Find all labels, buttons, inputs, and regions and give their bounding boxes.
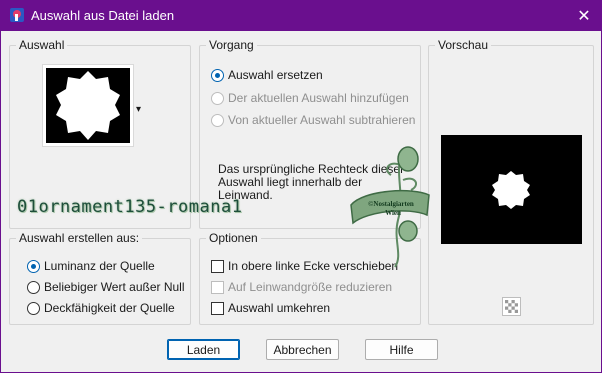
radio-label: Beliebiger Wert außer Null xyxy=(44,280,185,294)
create-from-group-label: Auswahl erstellen aus: xyxy=(16,231,143,245)
watermark-stamp-line2: Wien xyxy=(385,209,401,217)
close-button[interactable]: ✕ xyxy=(566,0,602,31)
auswahl-group-label: Auswahl xyxy=(16,38,68,52)
window-title: Auswahl aus Datei laden xyxy=(31,8,175,23)
radio-button[interactable] xyxy=(27,259,40,273)
create-from-group: Auswahl erstellen aus: Luminanz der Quel… xyxy=(9,231,191,325)
radio-subtract-selection[interactable]: Von aktueller Auswahl subtrahieren xyxy=(211,113,415,127)
watermark-name: 01ornament135-romana1 xyxy=(17,197,243,217)
preview-shape xyxy=(492,171,530,209)
radio-label: Auswahl ersetzen xyxy=(228,68,323,82)
vorschau-group: Vorschau xyxy=(428,38,594,325)
load-button[interactable]: Laden xyxy=(167,339,240,360)
dropdown-arrow-icon[interactable]: ▾ xyxy=(136,104,141,115)
radio-button[interactable] xyxy=(211,68,224,82)
preview-canvas xyxy=(441,135,582,244)
vorgang-group-label: Vorgang xyxy=(206,38,257,52)
radio-label: Deckfähigkeit der Quelle xyxy=(44,301,175,315)
checkbox-crop-to-canvas[interactable]: Auf Leinwandgröße reduzieren xyxy=(211,280,392,294)
vorschau-group-label: Vorschau xyxy=(435,38,492,52)
radio-button[interactable] xyxy=(211,113,224,127)
radio-replace-selection[interactable]: Auswahl ersetzen xyxy=(211,68,323,82)
preview-toggle-button[interactable] xyxy=(502,297,521,316)
optionen-group-label: Optionen xyxy=(206,231,261,245)
checkbox[interactable] xyxy=(211,259,224,273)
radio-button[interactable] xyxy=(27,301,40,315)
radio-add-selection[interactable]: Der aktuellen Auswahl hinzufügen xyxy=(211,91,409,105)
radio-label: Von aktueller Auswahl subtrahieren xyxy=(228,113,416,127)
checker-icon xyxy=(505,300,518,313)
radio-label: Luminanz der Quelle xyxy=(44,259,155,273)
watermark-ornament: ©Nostalgiarten Wien xyxy=(350,146,430,268)
checkbox[interactable] xyxy=(211,301,224,315)
radio-source-opacity[interactable]: Deckfähigkeit der Quelle xyxy=(27,301,175,315)
app-icon xyxy=(10,8,24,22)
selection-thumbnail[interactable] xyxy=(42,64,134,147)
checkbox-invert-selection[interactable]: Auswahl umkehren xyxy=(211,301,330,315)
help-button[interactable]: Hilfe xyxy=(365,339,438,360)
radio-button[interactable] xyxy=(211,91,224,105)
title-bar: Auswahl aus Datei laden ✕ xyxy=(0,0,602,31)
close-icon: ✕ xyxy=(577,7,591,25)
radio-button[interactable] xyxy=(27,280,40,294)
radio-label: Der aktuellen Auswahl hinzufügen xyxy=(228,91,409,105)
checkbox-label: Auf Leinwandgröße reduzieren xyxy=(228,280,393,294)
radio-any-nonzero[interactable]: Beliebiger Wert außer Null xyxy=(27,280,185,294)
cancel-button[interactable]: Abbrechen xyxy=(266,339,339,360)
checkbox[interactable] xyxy=(211,280,224,294)
watermark-stamp-line1: ©Nostalgiarten xyxy=(368,200,414,208)
selection-preview-image xyxy=(46,68,130,143)
radio-source-luminance[interactable]: Luminanz der Quelle xyxy=(27,259,155,273)
checkbox-label: Auswahl umkehren xyxy=(228,301,331,315)
